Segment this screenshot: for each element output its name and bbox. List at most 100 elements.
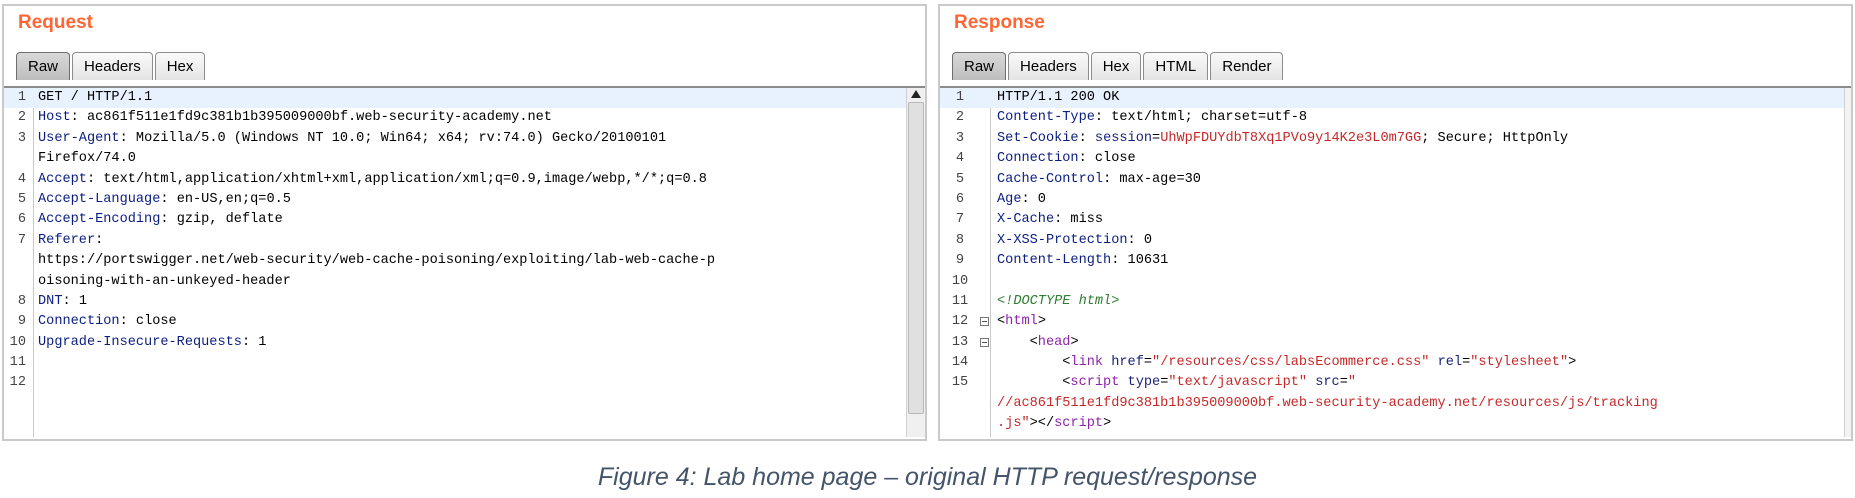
code-line[interactable]: 11	[4, 353, 925, 373]
token: X-Cache	[997, 212, 1055, 228]
code-line[interactable]: 12 <html>	[940, 312, 1851, 332]
header-name: DNT	[38, 293, 63, 309]
code-line[interactable]: 15 <script type="text/javascript" src="	[940, 373, 1851, 393]
line-text: .js"></script>	[997, 414, 1111, 434]
line-number: 12	[9, 375, 26, 391]
line-text: Host: ac861f511e1fd9c381b1b395009000bf.w…	[38, 110, 552, 126]
code-line[interactable]: Firefox/74.0	[4, 149, 925, 169]
figure-caption: Figure 4: Lab home page – original HTTP …	[597, 463, 1258, 491]
request-tab-raw[interactable]: Raw	[16, 52, 71, 80]
request-panel: Request Raw Headers Hex 1 GET / HTTP/1.1 2…	[2, 4, 927, 441]
scroll-up-arrow-icon[interactable]	[911, 90, 921, 98]
code-line[interactable]: 8 X-XSS-Protection: 0	[940, 231, 1851, 251]
line-number: 1	[955, 90, 965, 105]
token: .js"	[997, 416, 1030, 432]
line-text: Age: 0	[997, 190, 1046, 210]
token: UhWpFDUYdbT8Xq1PVo9y14K2e3L0m7GG	[1160, 130, 1422, 146]
token: "text/javascript"	[1168, 375, 1308, 391]
token: ></	[1029, 416, 1055, 432]
token: >	[1037, 314, 1046, 330]
request-tab-hex[interactable]: Hex	[154, 52, 206, 80]
token: src	[1315, 375, 1340, 391]
line-text: Referer:	[38, 232, 104, 248]
code-line[interactable]: 5 Cache-Control: max-age=30	[940, 170, 1851, 190]
line-text: <html>	[997, 312, 1046, 332]
response-editor[interactable]: 1 HTTP/1.1 200 OK 2 Content-Type: text/html…	[940, 86, 1851, 437]
scrollbar-thumb[interactable]	[908, 102, 924, 414]
token: : text/html; charset=utf-8	[1094, 110, 1308, 126]
code-line[interactable]: 2 Host: ac861f511e1fd9c381b1b395009000bf.…	[4, 108, 925, 128]
code-line[interactable]: 10	[940, 272, 1851, 292]
line-text: <!DOCTYPE html>	[997, 292, 1119, 312]
code-line[interactable]: 7 Referer:	[4, 231, 925, 251]
line-number: 6	[17, 212, 26, 228]
line-number: 9	[17, 314, 26, 330]
response-tab-html[interactable]: HTML	[1143, 52, 1209, 80]
response-tab-headers[interactable]: Headers	[1008, 52, 1089, 80]
line-number: 4	[17, 171, 26, 187]
line-text: Accept-Language: en-US,en;q=0.5	[38, 191, 291, 207]
request-editor[interactable]: 1 GET / HTTP/1.1 2 Host: ac861f511e1fd9c381…	[4, 86, 925, 437]
response-tab-hex[interactable]: Hex	[1090, 52, 1142, 80]
code-line[interactable]: 6 Accept-Encoding: gzip, deflate	[4, 210, 925, 230]
response-tab-raw[interactable]: Raw	[952, 52, 1007, 80]
code-line[interactable]: 8 DNT: 1	[4, 292, 925, 312]
code-line[interactable]: https://portswigger.net/web-security/web…	[4, 251, 925, 271]
code-line[interactable]: 4 Accept: text/html,application/xhtml+xml…	[4, 170, 925, 190]
request-scrollbar[interactable]	[906, 88, 925, 437]
header-name: User-Agent	[38, 130, 120, 146]
collapse-icon[interactable]	[980, 317, 989, 327]
line-number: 3	[17, 130, 26, 146]
code-line[interactable]: 4 Connection: close	[940, 149, 1851, 169]
code-line[interactable]: 3 User-Agent: Mozilla/5.0 (Windows NT 10.…	[4, 129, 925, 149]
code-line[interactable]: 14 <link href="/resources/css/labsEcomme…	[940, 353, 1851, 373]
code-line[interactable]: 13 <head>	[940, 333, 1851, 353]
line-text: Accept: text/html,application/xhtml+xml,…	[38, 171, 707, 187]
line-text: Connection: close	[997, 149, 1136, 169]
code-line[interactable]: 6 Age: 0	[940, 190, 1851, 210]
request-lines: 1 GET / HTTP/1.1 2 Host: ac861f511e1fd9c381…	[4, 88, 925, 394]
token: <	[997, 355, 1071, 371]
header-value: close	[127, 314, 177, 330]
token: : miss	[1054, 212, 1104, 228]
token: : 0	[1021, 191, 1046, 207]
line-text: HTTP/1.1 200 OK	[997, 88, 1119, 108]
collapse-icon[interactable]	[980, 337, 989, 347]
line-number: 10	[9, 334, 26, 350]
code-line[interactable]: 1 HTTP/1.1 200 OK	[940, 88, 1851, 109]
token: head	[1037, 334, 1071, 350]
code-line[interactable]: 5 Accept-Language: en-US,en;q=0.5	[4, 190, 925, 210]
response-tab-render[interactable]: Render	[1210, 52, 1284, 80]
code-line[interactable]: 7 X-Cache: miss	[940, 210, 1851, 230]
code-line[interactable]: 10 Upgrade-Insecure-Requests: 1	[4, 333, 925, 353]
line-text: <head>	[997, 333, 1079, 353]
line-number: 15	[951, 375, 969, 391]
code-line[interactable]: oisoning-with-an-unkeyed-header	[4, 272, 925, 292]
line-text: Set-Cookie: session=UhWpFDUYdbT8Xq1PVo9y…	[997, 129, 1568, 149]
token: <!DOCTYPE html>	[997, 293, 1120, 309]
code-line[interactable]: 11 <!DOCTYPE html>	[940, 292, 1851, 312]
line-number: 5	[17, 191, 26, 207]
code-line[interactable]: //ac861f511e1fd9c381b1b395009000bf.web-s…	[940, 394, 1851, 414]
request-tab-headers[interactable]: Headers	[72, 52, 153, 80]
code-line[interactable]: 1 GET / HTTP/1.1	[4, 88, 925, 109]
response-panel: Response Raw Headers Hex HTML Render 1 HT…	[938, 4, 1853, 441]
line-number: 14	[951, 355, 969, 371]
header-value: text/html,application/xhtml+xml,applicat…	[95, 171, 707, 187]
code-line[interactable]: 12	[4, 373, 925, 393]
token: Connection	[997, 151, 1079, 167]
code-line[interactable]: 3 Set-Cookie: session=UhWpFDUYdbT8Xq1PVo9…	[940, 129, 1851, 149]
code-line[interactable]: 9 Content-Length: 10631	[940, 251, 1851, 271]
token: ; Secure; HttpOnly	[1421, 130, 1569, 146]
header-name: Connection	[38, 314, 120, 330]
header-value: 1	[70, 293, 87, 309]
response-scrollbar[interactable]	[1844, 88, 1851, 437]
token: =	[1462, 355, 1471, 371]
token: script	[1054, 416, 1104, 432]
code-line[interactable]: .js"></script>	[940, 414, 1851, 434]
token: : close	[1078, 151, 1136, 167]
code-line[interactable]: 9 Connection: close	[4, 312, 925, 332]
header-name: Accept-Language	[38, 191, 161, 207]
code-line[interactable]: 2 Content-Type: text/html; charset=utf-8	[940, 108, 1851, 128]
